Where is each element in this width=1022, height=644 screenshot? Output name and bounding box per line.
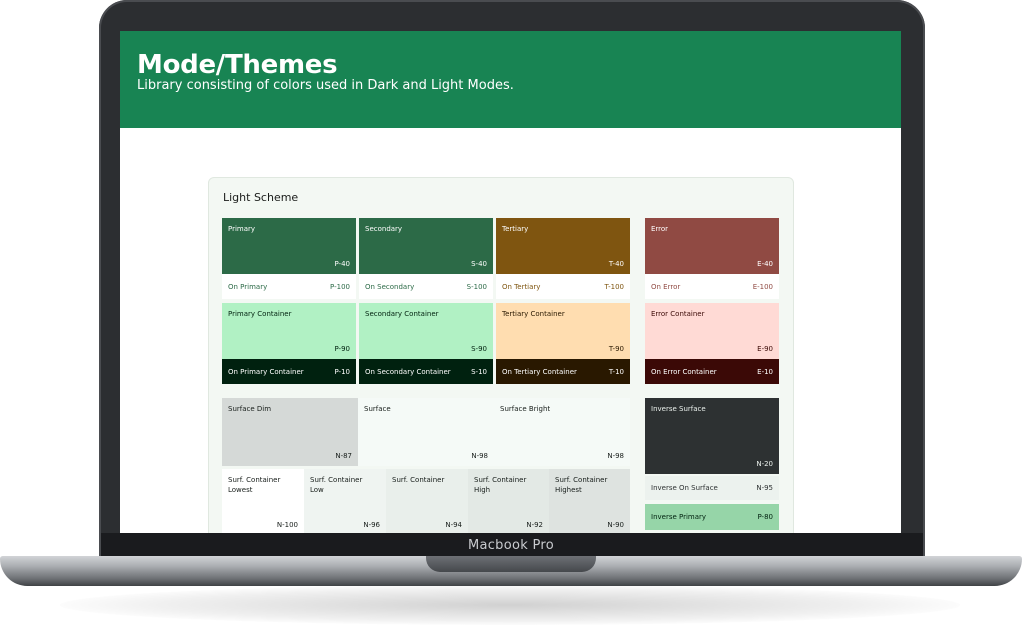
surface-swatch[interactable]: Surface N-98 (358, 398, 494, 466)
surface-container-swatch[interactable]: Surf. Container N-94 (386, 469, 468, 533)
laptop-shadow (60, 585, 960, 625)
surface-bright-swatch[interactable]: Surface Bright N-98 (494, 398, 630, 466)
swatch-name: Surf. Container (392, 476, 445, 484)
swatch-code: N-87 (335, 452, 352, 460)
surface-container-lowest-swatch[interactable]: Surf. Container Lowest N-100 (222, 469, 304, 533)
swatch-code: N-100 (276, 521, 298, 529)
swatch-code: N-92 (526, 521, 543, 529)
swatch-code: T-90 (608, 345, 624, 353)
swatch-name: Surface Bright (500, 405, 551, 413)
tertiary-container-swatch[interactable]: Tertiary Container T-90 (496, 303, 630, 359)
swatch-code: P-90 (334, 345, 350, 353)
swatch-name: On Tertiary Container (502, 367, 577, 376)
swatch-name: Surf. Container High (474, 476, 527, 494)
surface-container-highest-swatch[interactable]: Surf. Container Highest N-90 (549, 469, 630, 533)
swatch-name: Inverse On Surface (651, 484, 718, 492)
swatch-code: S-10 (471, 367, 487, 376)
swatch-code: P-40 (334, 260, 350, 268)
swatch-name: Inverse Primary (651, 513, 707, 521)
primary-container-swatch[interactable]: Primary Container P-90 (222, 303, 356, 359)
on-secondary-swatch[interactable]: On Secondary S-100 (359, 274, 493, 299)
tertiary-swatch[interactable]: Tertiary T-40 (496, 218, 630, 274)
swatch-name: Surf. Container Low (310, 476, 363, 494)
swatch-name: On Error Container (651, 367, 717, 376)
scheme-title: Light Scheme (223, 191, 299, 204)
swatch-code: E-40 (757, 260, 773, 268)
swatch-code: S-90 (471, 345, 487, 353)
swatch-code: P-100 (330, 282, 350, 291)
swatch-code: E-10 (757, 367, 773, 376)
surface-container-high-swatch[interactable]: Surf. Container High N-92 (468, 469, 549, 533)
secondary-swatch[interactable]: Secondary S-40 (359, 218, 493, 274)
on-error-swatch[interactable]: On Error E-100 (645, 274, 779, 299)
page-header: Mode/Themes Library consisting of colors… (120, 31, 901, 128)
device-label: Macbook Pro (467, 538, 555, 553)
swatch-name: On Error (651, 282, 681, 291)
laptop-notch (426, 556, 596, 572)
on-secondary-container-swatch[interactable]: On Secondary Container S-10 (359, 359, 493, 384)
swatch-name: On Secondary Container (365, 367, 451, 376)
swatch-code: N-96 (363, 521, 380, 529)
swatch-name: Error Container (651, 310, 705, 318)
swatch-name: On Primary (228, 282, 268, 291)
inverse-primary-swatch[interactable]: Inverse Primary P-80 (645, 504, 779, 530)
swatch-code: T-10 (608, 367, 624, 376)
swatch-code: N-20 (756, 460, 773, 468)
swatch-name: Error (651, 225, 669, 233)
light-scheme-panel: Light Scheme Primary P-40 On Primary P-1… (208, 177, 794, 533)
swatch-name: Primary Container (228, 310, 292, 318)
page-title: Mode/Themes (137, 50, 338, 80)
swatch-code: S-100 (466, 282, 487, 291)
swatch-name: Surface (364, 405, 391, 413)
swatch-name: On Primary Container (228, 367, 304, 376)
laptop-screen: Mode/Themes Library consisting of colors… (120, 31, 901, 533)
swatch-name: Secondary Container (365, 310, 439, 318)
swatch-name: Surf. Container Highest (555, 476, 608, 494)
page-subtitle: Library consisting of colors used in Dar… (137, 78, 514, 93)
on-error-container-swatch[interactable]: On Error Container E-10 (645, 359, 779, 384)
surface-container-low-swatch[interactable]: Surf. Container Low N-96 (304, 469, 386, 533)
swatch-code: S-40 (471, 260, 487, 268)
swatch-name: Secondary (365, 225, 403, 233)
secondary-container-swatch[interactable]: Secondary Container S-90 (359, 303, 493, 359)
on-primary-container-swatch[interactable]: On Primary Container P-10 (222, 359, 356, 384)
swatch-name: On Tertiary (502, 282, 541, 291)
swatch-name: Inverse Surface (651, 405, 706, 413)
inverse-on-surface-swatch[interactable]: Inverse On Surface N-95 (645, 476, 779, 500)
swatch-code: E-100 (752, 282, 773, 291)
surface-dim-swatch[interactable]: Surface Dim N-87 (222, 398, 358, 466)
swatch-code: T-40 (608, 260, 624, 268)
swatch-code: N-90 (607, 521, 624, 529)
swatch-name: On Secondary (365, 282, 415, 291)
on-tertiary-swatch[interactable]: On Tertiary T-100 (496, 274, 630, 299)
swatch-code: N-95 (756, 484, 773, 492)
swatch-name: Surface Dim (228, 405, 272, 413)
swatch-code: N-94 (445, 521, 462, 529)
swatch-code: E-90 (757, 345, 773, 353)
swatch-code: T-100 (604, 282, 624, 291)
swatch-code: N-98 (471, 452, 488, 460)
swatch-code: N-98 (607, 452, 624, 460)
inverse-surface-swatch[interactable]: Inverse Surface N-20 (645, 398, 779, 474)
swatch-name: Tertiary Container (502, 310, 565, 318)
swatch-code: P-10 (334, 367, 350, 376)
on-tertiary-container-swatch[interactable]: On Tertiary Container T-10 (496, 359, 630, 384)
swatch-code: P-80 (757, 513, 773, 521)
error-swatch[interactable]: Error E-40 (645, 218, 779, 274)
on-primary-swatch[interactable]: On Primary P-100 (222, 274, 356, 299)
error-container-swatch[interactable]: Error Container E-90 (645, 303, 779, 359)
swatch-name: Tertiary (502, 225, 529, 233)
primary-swatch[interactable]: Primary P-40 (222, 218, 356, 274)
swatch-name: Surf. Container Lowest (228, 476, 281, 494)
swatch-name: Primary (228, 225, 256, 233)
